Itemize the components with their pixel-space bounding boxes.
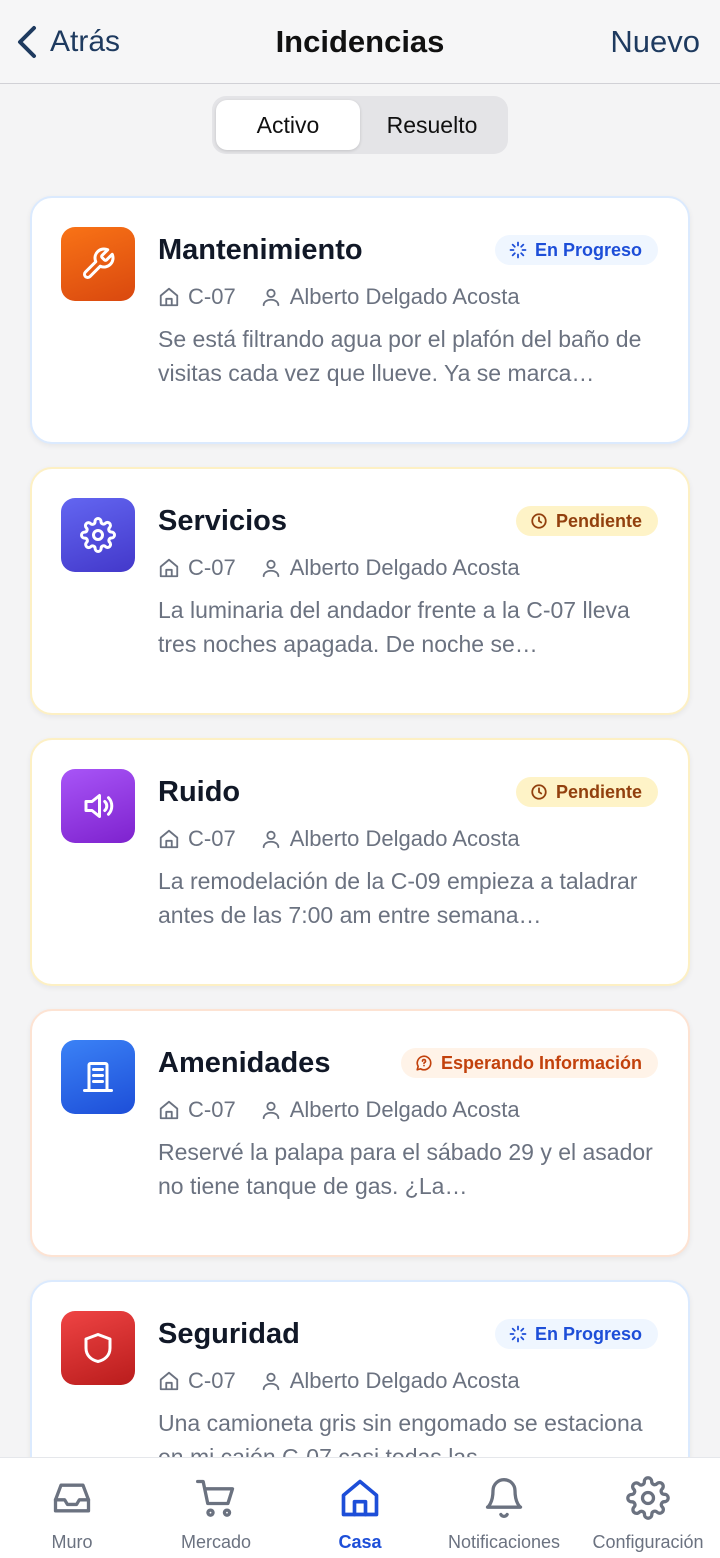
category-icon-tile <box>61 1311 135 1385</box>
status-label: Esperando Información <box>440 1052 642 1073</box>
tab-label: Configuración <box>592 1532 704 1552</box>
incident-meta: C-07 Alberto Delgado Acosta <box>158 824 520 854</box>
home-icon <box>159 829 179 849</box>
status-badge: En Progreso <box>494 235 658 265</box>
user-icon <box>262 1372 279 1391</box>
status-segmented-control: Activo Resuelto <box>212 96 508 154</box>
status-badge: Pendiente <box>515 506 658 536</box>
unit-label: C-07 <box>188 1368 236 1393</box>
tab-casa[interactable]: Casa <box>288 1458 432 1558</box>
incident-category: Servicios <box>158 505 287 537</box>
bottom-tab-bar: Muro Mercado Casa Notificaciones Configu… <box>0 1457 720 1558</box>
incident-category: Amenidades <box>158 1047 331 1079</box>
home-icon <box>159 287 179 307</box>
incident-description: La remodelación de la C-09 empieza a tal… <box>158 868 638 928</box>
gear-icon <box>80 517 116 553</box>
incident-card[interactable]: Servicios Pendiente C-07 Alberto Delgado… <box>30 467 690 715</box>
unit-label: C-07 <box>188 826 236 851</box>
status-badge: Pendiente <box>515 777 658 807</box>
user-icon <box>262 1101 279 1120</box>
home-icon <box>159 1371 179 1391</box>
segment-resolved[interactable]: Resuelto <box>360 100 504 150</box>
tab-mercado[interactable]: Mercado <box>144 1458 288 1558</box>
incident-meta: C-07 Alberto Delgado Acosta <box>158 1366 520 1396</box>
status-badge: Esperando Información <box>400 1048 658 1078</box>
status-label: En Progreso <box>534 239 642 260</box>
loader-icon <box>509 241 527 259</box>
nav-header: Atrás Incidencias Nuevo <box>0 0 720 84</box>
tab-label: Mercado <box>180 1532 252 1552</box>
user-icon <box>262 559 279 578</box>
message-question-icon <box>416 1055 432 1071</box>
status-label: Pendiente <box>555 510 642 531</box>
incident-card[interactable]: Mantenimiento En Progreso C-07 Alberto D… <box>30 196 690 444</box>
owner-label: Alberto Delgado Acosta <box>289 1368 520 1393</box>
tab-label: Notificaciones <box>447 1532 561 1552</box>
user-icon <box>262 288 279 307</box>
category-icon-tile <box>61 227 135 301</box>
segment-active[interactable]: Activo <box>216 100 360 150</box>
clock-icon <box>531 784 547 800</box>
status-label: En Progreso <box>534 1323 642 1344</box>
status-badge: En Progreso <box>494 1319 658 1349</box>
inbox-icon <box>53 1483 91 1513</box>
owner-label: Alberto Delgado Acosta <box>289 284 520 309</box>
incident-meta: C-07 Alberto Delgado Acosta <box>158 282 520 312</box>
new-incident-button[interactable]: Nuevo <box>610 24 700 60</box>
user-icon <box>262 830 279 849</box>
building-icon <box>83 1062 113 1092</box>
unit-label: C-07 <box>188 284 236 309</box>
category-icon-tile <box>61 1040 135 1114</box>
incident-category: Ruido <box>158 776 241 808</box>
cart-icon <box>196 1479 235 1517</box>
home-icon <box>159 558 179 578</box>
incident-list: Mantenimiento En Progreso C-07 Alberto D… <box>30 196 690 1551</box>
shield-icon <box>84 1333 112 1363</box>
owner-label: Alberto Delgado Acosta <box>289 826 520 851</box>
speaker-icon <box>84 794 114 818</box>
incident-description: La luminaria del andador frente a la C-0… <box>158 597 630 657</box>
tab-muro[interactable]: Muro <box>0 1458 144 1558</box>
incident-category: Mantenimiento <box>158 234 363 266</box>
home-icon <box>341 1479 379 1517</box>
incident-meta: C-07 Alberto Delgado Acosta <box>158 553 520 583</box>
loader-icon <box>509 1325 527 1343</box>
category-icon-tile <box>61 498 135 572</box>
status-label: Pendiente <box>555 781 642 802</box>
incident-description: Se está filtrando agua por el plafón del… <box>158 326 642 386</box>
tab-notificaciones[interactable]: Notificaciones <box>432 1458 576 1558</box>
unit-label: C-07 <box>188 555 236 580</box>
wrench-icon <box>83 247 115 279</box>
incident-card[interactable]: Amenidades Esperando Información C-07 Al… <box>30 1009 690 1257</box>
bell-icon <box>485 1478 523 1518</box>
tab-label: Casa <box>338 1532 382 1552</box>
owner-label: Alberto Delgado Acosta <box>289 555 520 580</box>
home-icon <box>159 1100 179 1120</box>
category-icon-tile <box>61 769 135 843</box>
tab-configuracion[interactable]: Configuración <box>576 1458 720 1558</box>
incident-description: Reservé la palapa para el sábado 29 y el… <box>158 1139 653 1199</box>
unit-label: C-07 <box>188 1097 236 1122</box>
incident-card[interactable]: Ruido Pendiente C-07 Alberto Delgado Aco… <box>30 738 690 986</box>
clock-icon <box>531 513 547 529</box>
incident-category: Seguridad <box>158 1318 300 1350</box>
owner-label: Alberto Delgado Acosta <box>289 1097 520 1122</box>
incident-meta: C-07 Alberto Delgado Acosta <box>158 1095 520 1125</box>
settings-icon <box>626 1476 670 1520</box>
tab-label: Muro <box>51 1532 93 1552</box>
